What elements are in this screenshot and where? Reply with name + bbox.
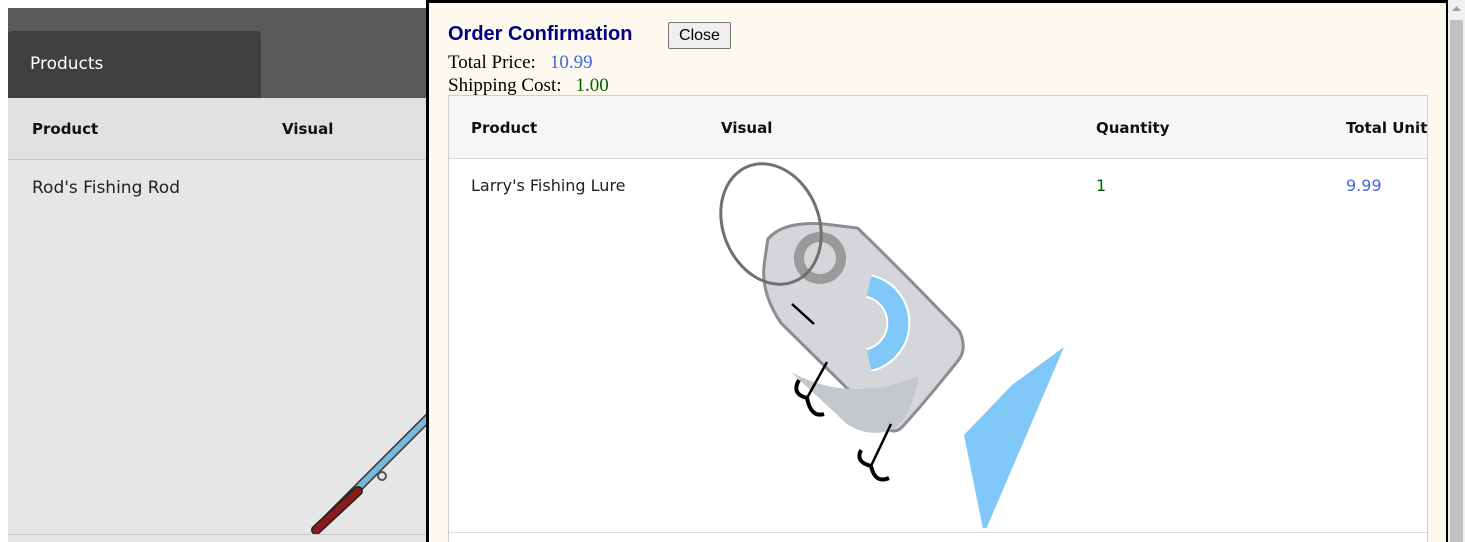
shipping-cost-value: 1.00 bbox=[575, 75, 609, 96]
header-product: Product bbox=[471, 119, 538, 137]
shipping-cost-row: Shipping Cost: 1.00 bbox=[448, 75, 609, 97]
order-confirmation-dialog: Order Confirmation Close Total Price: 10.… bbox=[426, 0, 1448, 542]
header-visual: Visual bbox=[721, 119, 773, 137]
product-name: Larry's Fishing Lure bbox=[471, 176, 626, 195]
row-divider bbox=[449, 532, 1427, 533]
total-price-label: Total Price: bbox=[448, 52, 536, 73]
scroll-up-arrow-icon[interactable] bbox=[1448, 0, 1465, 17]
tab-products[interactable]: Products bbox=[8, 31, 261, 98]
close-button[interactable]: Close bbox=[668, 22, 731, 49]
total-price-row: Total Price: 10.99 bbox=[448, 52, 593, 74]
order-table-header: Product Visual Quantity Total Unit bbox=[449, 96, 1427, 159]
order-table: Product Visual Quantity Total Unit Larry… bbox=[448, 95, 1428, 542]
vertical-scrollbar[interactable] bbox=[1448, 0, 1465, 542]
scrollbar-thumb[interactable] bbox=[1450, 20, 1463, 542]
header-quantity: Quantity bbox=[1096, 119, 1170, 137]
background-header-product: Product bbox=[32, 120, 99, 138]
total-price-value: 10.99 bbox=[549, 52, 593, 73]
total-unit-value: 9.99 bbox=[1346, 176, 1382, 195]
fishing-lure-image bbox=[719, 162, 1064, 528]
background-header-visual: Visual bbox=[282, 120, 334, 138]
shipping-cost-label: Shipping Cost: bbox=[448, 75, 562, 96]
quantity-value: 1 bbox=[1096, 176, 1107, 195]
header-total-unit: Total Unit bbox=[1346, 119, 1428, 137]
background-product-name: Rod's Fishing Rod bbox=[32, 178, 181, 198]
fishing-rod-image bbox=[311, 408, 438, 535]
dialog-title: Order Confirmation bbox=[448, 23, 633, 45]
